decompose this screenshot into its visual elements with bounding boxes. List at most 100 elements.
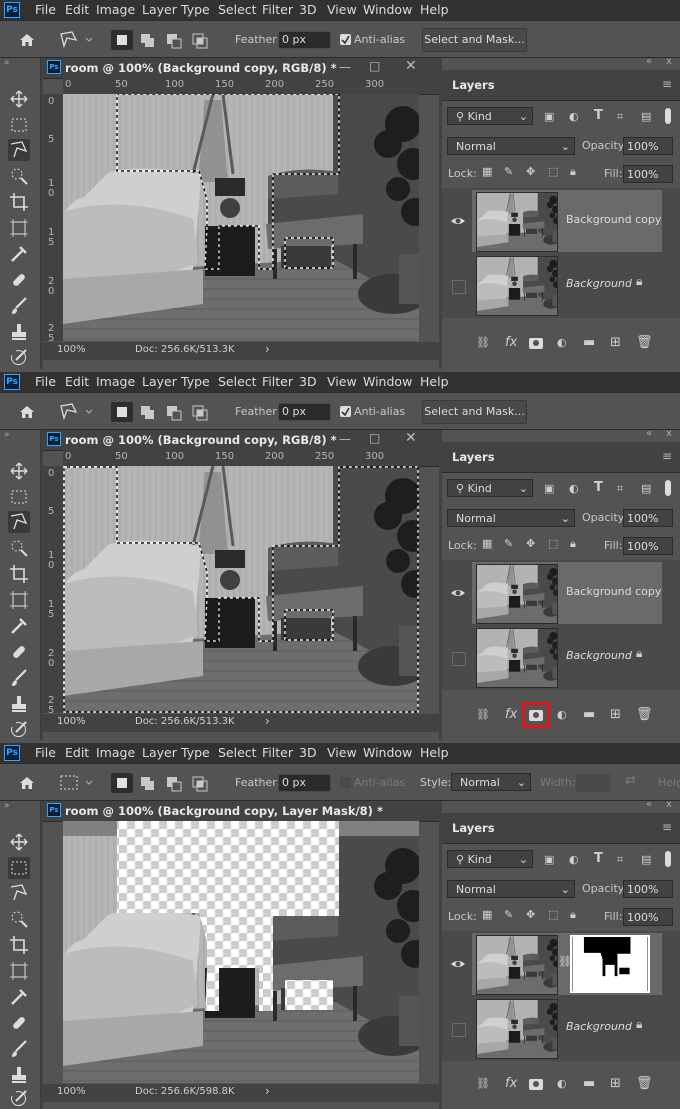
blend-mode-dropdown[interactable]: Normal ⌄ [447,137,575,155]
polygonal-lasso-icon[interactable] [58,402,98,422]
collapse-icon[interactable]: » [4,430,10,440]
filter-toggle[interactable] [665,480,671,496]
menu-image[interactable]: Image [96,745,135,760]
menu-layer[interactable]: Layer [142,2,177,17]
close-icon[interactable]: ✕ [405,430,417,446]
new-layer-icon[interactable]: ⊞ [610,1076,621,1091]
maximize-icon[interactable]: □ [369,59,380,73]
fx-icon[interactable]: fx [505,335,517,350]
document-tab[interactable]: Ps room @ 100% (Background copy, Layer M… [43,801,439,822]
lock-artboard-icon[interactable]: ⬚ [548,537,558,550]
add-selection-button[interactable] [137,773,159,793]
menu-help[interactable]: Help [420,2,449,17]
home-icon[interactable] [19,33,35,47]
quick-select-icon[interactable] [8,908,30,930]
menu-file[interactable]: File [35,374,56,389]
filter-toggle[interactable] [665,108,671,124]
filter-toggle[interactable] [665,851,671,867]
menu-help[interactable]: Help [420,745,449,760]
lock-artboard-icon[interactable]: ⬚ [548,908,558,921]
layer-name[interactable]: Background [566,649,632,662]
lock-transparent-icon[interactable]: ▦ [482,165,492,178]
stamp-icon[interactable] [8,693,30,715]
zoom-level[interactable]: 100% [57,716,86,727]
type-filter-icon[interactable]: T [594,480,603,495]
type-filter-icon[interactable]: T [594,108,603,123]
menu-filter[interactable]: Filter [262,374,293,389]
adjustment-filter-icon[interactable]: ◐ [569,482,579,495]
blend-mode-dropdown[interactable]: Normal ⌄ [447,880,575,898]
pixel-filter-icon[interactable]: ▣ [544,482,554,495]
layer-name[interactable]: Background copy [566,213,661,226]
lock-artboard-icon[interactable]: ⬚ [548,165,558,178]
mask-icon[interactable] [529,338,543,349]
shape-filter-icon[interactable]: ⌗ [617,853,623,867]
panel-close-icon[interactable]: x [666,428,672,439]
image-canvas[interactable] [63,466,419,713]
link-icon[interactable]: ⛓︎ [476,1077,490,1090]
home-icon[interactable] [19,405,35,419]
visibility-toggle[interactable] [452,280,466,294]
subtract-selection-button[interactable] [163,402,185,422]
polygonal-lasso-tool[interactable] [8,139,30,161]
close-icon[interactable]: ✕ [405,58,417,74]
menu-file[interactable]: File [35,745,56,760]
brush-icon[interactable] [8,1038,30,1060]
smartobject-filter-icon[interactable]: ▤ [641,853,651,866]
feather-input[interactable]: 0 px [278,403,331,421]
layers-title[interactable]: Layers [452,78,495,92]
visibility-toggle[interactable] [452,652,466,666]
rect-marquee-icon[interactable] [8,114,30,136]
move-icon[interactable] [8,460,30,482]
minimize-icon[interactable]: — [339,60,351,74]
antialias-checkbox[interactable] [340,406,351,417]
layer-name[interactable]: Background [566,1020,632,1033]
panel-menu-icon[interactable]: ≡ [662,77,672,91]
polygonal-lasso-icon[interactable] [58,30,98,50]
crop-icon[interactable] [8,934,30,956]
history-brush-icon[interactable] [8,719,30,740]
add-selection-button[interactable] [137,402,159,422]
shape-filter-icon[interactable]: ⌗ [617,110,623,124]
blend-mode-dropdown[interactable]: Normal ⌄ [447,509,575,527]
antialias-checkbox[interactable] [340,777,351,788]
panel-menu-icon[interactable]: ≡ [662,449,672,463]
fx-icon[interactable]: fx [505,707,517,722]
lock-transparent-icon[interactable]: ▦ [482,537,492,550]
menu-view[interactable]: View [327,374,357,389]
lock-all-icon[interactable]: 🔒︎ [570,908,576,922]
feather-input[interactable]: 0 px [278,31,331,49]
visibility-toggle[interactable] [452,1023,466,1037]
menu-select[interactable]: Select [218,2,257,17]
swap-icon[interactable]: ⇄ [625,773,636,788]
rect-marquee-preset-icon[interactable] [58,773,98,793]
lock-position-icon[interactable]: ✥ [526,537,535,550]
intersect-selection-button[interactable] [189,402,211,422]
lock-all-icon[interactable]: 🔒︎ [570,165,576,179]
lock-image-icon[interactable]: ✎ [504,165,513,178]
lock-all-icon[interactable]: 🔒︎ [570,537,576,551]
new-layer-icon[interactable]: ⊞ [610,335,621,350]
menu-3d[interactable]: 3D [299,2,317,17]
feather-input[interactable]: 0 px [278,774,331,792]
rect-marquee-tool[interactable] [8,857,30,879]
new-selection-button[interactable] [111,402,133,422]
menu-view[interactable]: View [327,745,357,760]
layer-row[interactable]: ⛓︎ [472,933,662,995]
collapse-icon[interactable]: » [4,58,10,68]
brush-icon[interactable] [8,295,30,317]
history-brush-icon[interactable] [8,1088,30,1109]
menu-layer[interactable]: Layer [142,745,177,760]
crop-icon[interactable] [8,191,30,213]
maximize-icon[interactable]: □ [369,431,380,445]
menu-help[interactable]: Help [420,374,449,389]
type-filter-icon[interactable]: T [594,851,603,866]
eye-icon[interactable] [450,956,466,972]
minimize-icon[interactable]: — [339,432,351,446]
menu-window[interactable]: Window [363,374,412,389]
document-tab[interactable]: Ps room @ 100% (Background copy, RGB/8) … [43,58,439,79]
filter-kind-dropdown[interactable]: ⚲ Kind ⌄ [447,479,533,497]
crop-icon[interactable] [8,563,30,585]
history-brush-icon[interactable] [8,347,30,369]
menu-file[interactable]: File [35,2,56,17]
